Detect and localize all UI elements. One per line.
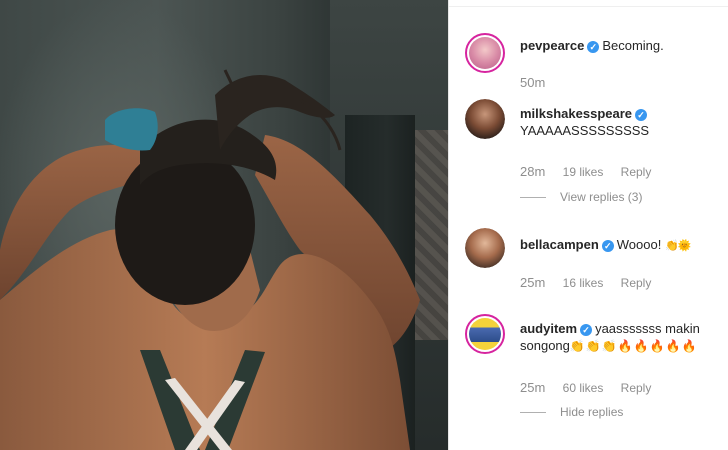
comments-panel: pevpearce ✓ Becoming. 50m milkshakesspeare… [448,0,728,450]
reply-button[interactable]: Reply [621,165,652,179]
comment-time[interactable]: 50m [520,75,545,90]
view-replies-toggle[interactable]: View replies (3) [520,190,642,204]
avatar[interactable] [465,99,505,139]
comment-time[interactable]: 25m [520,275,545,290]
comment-meta: 25m 60 likes Reply [520,380,665,395]
panel-divider [449,6,728,7]
comment-text-line: audyitem ✓ yaasssssss makin songong👏👏👏🔥🔥🔥🔥… [520,320,720,355]
comment-likes[interactable]: 19 likes [563,165,604,179]
comment-text: Woooo! [616,237,662,252]
emoji: 👏👏👏🔥🔥🔥🔥🔥 [569,339,698,353]
replies-dash [520,197,546,199]
comment-likes[interactable]: 60 likes [563,381,604,395]
reply-button[interactable]: Reply [621,381,652,395]
comment-meta: 25m 16 likes Reply [520,275,665,290]
username[interactable]: audyitem [520,321,577,336]
comment-likes[interactable]: 16 likes [563,276,604,290]
comment-time[interactable]: 25m [520,380,545,395]
woman-back-illustration [0,69,420,450]
username[interactable]: milkshakesspeare [520,106,632,121]
post-photo[interactable] [0,0,448,450]
verified-badge-icon: ✓ [580,324,593,336]
comment-meta: 50m [520,75,559,90]
hide-replies-toggle[interactable]: Hide replies [520,405,623,419]
comment-text-line: pevpearce ✓ Becoming. [520,37,720,54]
username[interactable]: bellacampen [520,237,599,252]
verified-badge-icon: ✓ [635,109,648,121]
verified-badge-icon: ✓ [601,240,614,252]
reply-button[interactable]: Reply [621,276,652,290]
emoji: 👏🌞 [664,240,691,252]
comment-text-line: milkshakesspeare ✓ YAAAAASSSSSSSSS [520,105,720,139]
username[interactable]: pevpearce [520,38,584,53]
replies-toggle-label[interactable]: View replies (3) [560,190,642,204]
replies-toggle-label[interactable]: Hide replies [560,405,623,419]
comment-meta: 28m 19 likes Reply [520,164,665,179]
avatar[interactable] [465,314,505,354]
verified-badge-icon: ✓ [587,41,600,53]
avatar[interactable] [465,33,505,73]
comment-text: YAAAAASSSSSSSSS [520,123,650,138]
comment-text: Becoming. [602,38,664,53]
comment-time[interactable]: 28m [520,164,545,179]
instagram-post-view: pevpearce ✓ Becoming. 50m milkshakesspeare… [0,0,728,450]
comment-text-line: bellacampen ✓ Woooo! 👏🌞 [520,236,720,255]
avatar[interactable] [465,228,505,268]
replies-dash [520,412,546,414]
